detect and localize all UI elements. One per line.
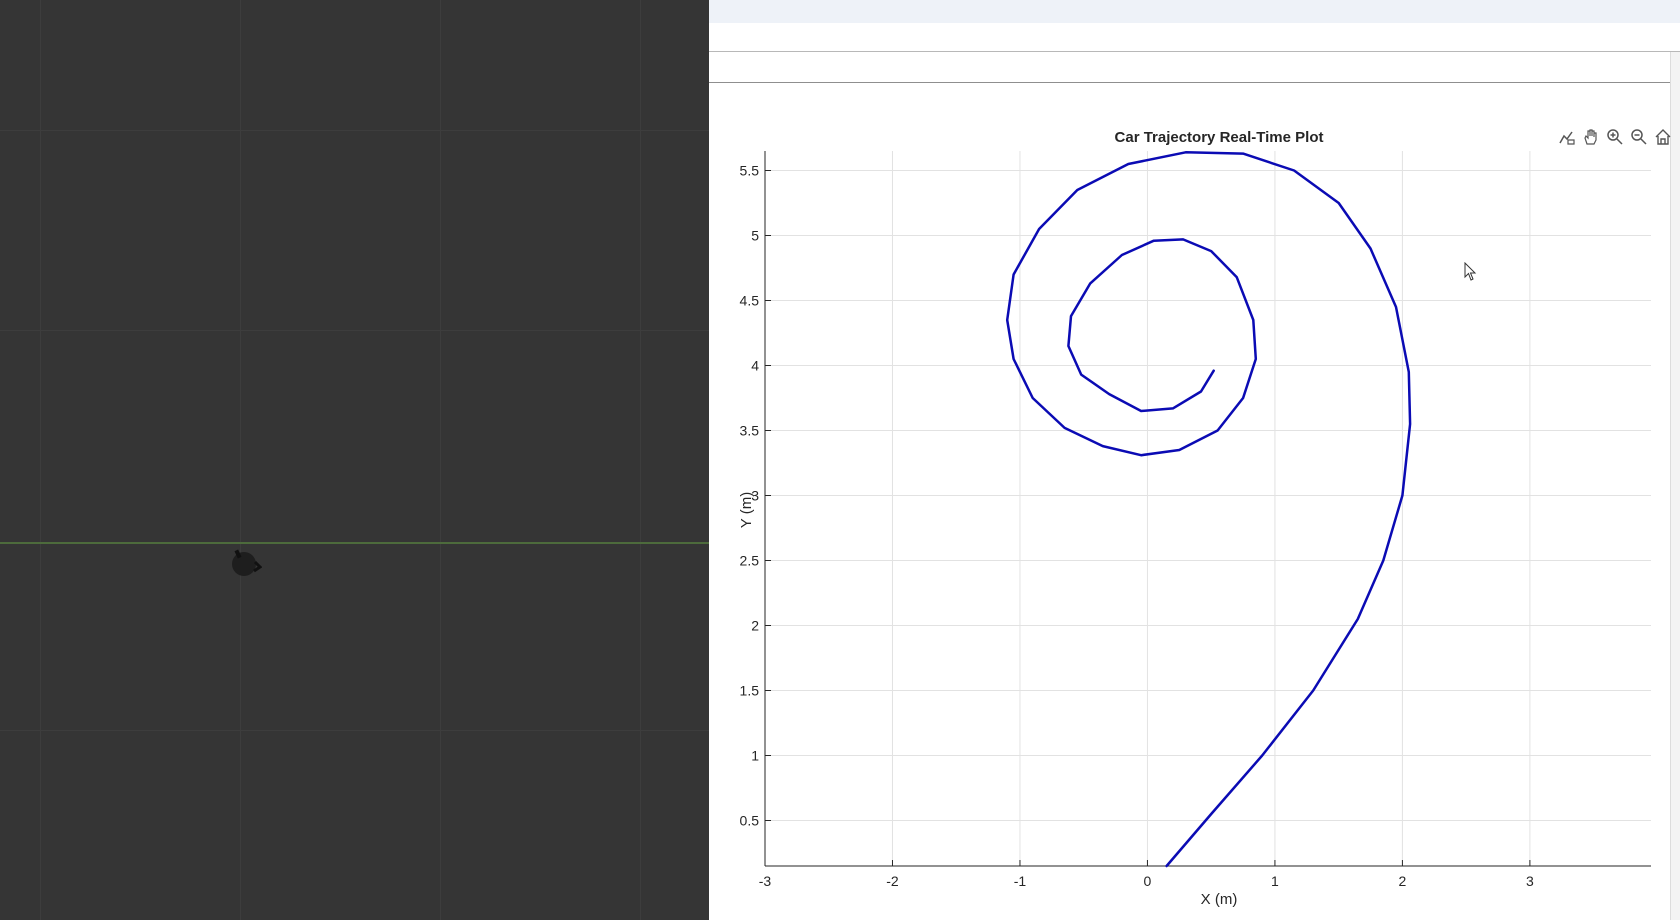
y-tick-label: 2 (751, 618, 759, 634)
grid-line (40, 0, 41, 920)
zoom-in-button[interactable] (1604, 126, 1625, 147)
y-tick-label: 4.5 (740, 293, 760, 309)
y-axis-label: Y (m) (738, 492, 755, 528)
grid-layer (764, 151, 1651, 866)
data-tips-button[interactable] (1556, 126, 1577, 147)
restore-view-home-icon (1655, 128, 1670, 145)
y-tick-label: 5.5 (740, 163, 760, 179)
x-tick-label: -1 (1014, 873, 1027, 889)
x-tick-label: 2 (1399, 873, 1407, 889)
grid-line (0, 730, 709, 731)
x-tick-label: 3 (1526, 873, 1534, 889)
pan-button[interactable] (1580, 126, 1601, 147)
grid-line (640, 0, 641, 920)
y-tick-label: 1.5 (740, 683, 760, 699)
x-axis-label: X (m) (1201, 891, 1238, 908)
zoom-out-icon (1630, 128, 1647, 145)
y-tick-label: 1 (751, 748, 759, 764)
y-tick-label: 4 (751, 358, 759, 374)
zoom-out-button[interactable] (1628, 126, 1649, 147)
y-tick-label: 2.5 (740, 553, 760, 569)
grid-line (0, 130, 709, 131)
panel-scroll-edge[interactable] (1670, 52, 1680, 920)
trajectory-chart[interactable]: -3 -2 -1 0 1 2 30.511.522.533.544.555.5 Car Tr… (709, 0, 1670, 920)
y-tick-label: 3.5 (740, 423, 760, 439)
mouse-pointer-icon (1464, 262, 1477, 281)
pan-hand-icon (1583, 128, 1597, 145)
robot-car-icon (232, 549, 262, 576)
zoom-in-icon (1606, 128, 1623, 145)
y-tick-label: 0.5 (740, 813, 760, 829)
grid-line (440, 0, 441, 920)
plot-area (765, 151, 1651, 866)
grid-line (0, 330, 709, 331)
figure-window: -3 -2 -1 0 1 2 3 0.5 1 1.5 2 2.5 3 3.5 4 4.5 5 5.5 Car Tr… (709, 0, 1680, 920)
simulation-viewport[interactable] (0, 0, 709, 920)
ground-axis-line (0, 542, 709, 544)
x-tick-label: -2 (886, 873, 899, 889)
x-tick-label: 1 (1271, 873, 1279, 889)
data-tips-icon (1558, 131, 1575, 145)
x-tick-label: 0 (1144, 873, 1152, 889)
chart-title: Car Trajectory Real-Time Plot (1115, 129, 1324, 146)
x-tick-label: -3 (759, 873, 772, 889)
y-tick-label: 5 (751, 228, 759, 244)
grid-line (240, 0, 241, 920)
restore-view-button[interactable] (1652, 126, 1673, 147)
axes-toolbar (1556, 126, 1673, 147)
